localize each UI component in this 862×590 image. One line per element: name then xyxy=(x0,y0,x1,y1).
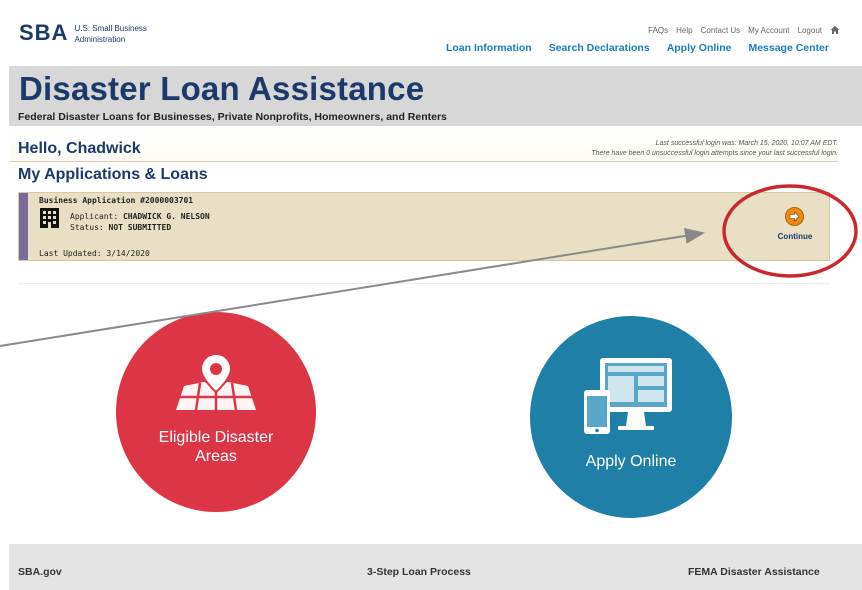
site-footer: SBA.gov 3-Step Loan Process FEMA Disaste… xyxy=(9,544,862,590)
greeting-row: Hello, Chadwick Last successful login wa… xyxy=(9,128,838,162)
continue-button[interactable]: Continue xyxy=(763,205,827,255)
application-card: Business Application #2000003701 Applica… xyxy=(18,192,830,261)
sba-logo[interactable]: SBA U.S. Small Business Administration xyxy=(19,20,147,45)
last-login-text: Last successful login was: March 15, 202… xyxy=(655,140,838,147)
site-header: SBA U.S. Small Business Administration F… xyxy=(0,0,862,62)
faqs-link[interactable]: FAQs xyxy=(648,26,668,35)
sba-logo-text: U.S. Small Business Administration xyxy=(74,22,146,44)
nav-search-declarations[interactable]: Search Declarations xyxy=(549,42,650,54)
help-link[interactable]: Help xyxy=(676,26,692,35)
eligible-tile-label: Eligible Disaster Areas xyxy=(116,428,316,466)
logo-line-1: U.S. Small Business xyxy=(74,24,147,33)
status-value: NOT SUBMITTED xyxy=(108,223,172,232)
nav-loan-information[interactable]: Loan Information xyxy=(446,42,532,54)
page-subtitle: Federal Disaster Loans for Businesses, P… xyxy=(18,111,447,123)
computer-devices-icon xyxy=(584,358,672,434)
map-pin-icon xyxy=(176,352,256,411)
my-account-link[interactable]: My Account xyxy=(748,26,789,35)
continue-label: Continue xyxy=(777,232,813,241)
arrow-right-icon[interactable] xyxy=(785,207,804,226)
building-icon xyxy=(40,208,59,228)
eligible-tile-label-line-2: Areas xyxy=(195,448,237,465)
page-title: Disaster Loan Assistance xyxy=(19,70,425,107)
apply-online-tile[interactable]: Apply Online xyxy=(530,316,732,518)
contact-us-link[interactable]: Contact Us xyxy=(701,26,741,35)
logout-link[interactable]: Logout xyxy=(798,26,822,35)
footer-fema-link[interactable]: FEMA Disaster Assistance xyxy=(688,566,820,578)
applicant-name: CHADWICK G. NELSON xyxy=(122,212,210,221)
application-title: Business Application #2000003701 xyxy=(39,196,194,205)
utility-nav: FAQs Help Contact Us My Account Logout xyxy=(648,25,840,35)
footer-loan-process-link[interactable]: 3-Step Loan Process xyxy=(367,566,471,578)
applications-section-title: My Applications & Loans xyxy=(18,166,208,183)
greeting-text: Hello, Chadwick xyxy=(18,140,141,157)
section-divider xyxy=(18,283,830,284)
sba-logo-mark: SBA xyxy=(19,20,69,45)
applicant-line: Applicant: CHADWICK G. NELSON xyxy=(70,212,210,221)
status-line: Status: NOT SUBMITTED xyxy=(70,223,171,232)
status-label: Status: xyxy=(70,223,109,232)
applicant-label: Applicant: xyxy=(70,212,123,221)
failed-attempts-text: There have been 0 unsuccessful login att… xyxy=(591,150,838,157)
title-banner: Disaster Loan Assistance Federal Disaste… xyxy=(9,66,862,126)
nav-message-center[interactable]: Message Center xyxy=(748,42,829,54)
apply-tile-label: Apply Online xyxy=(585,453,677,470)
last-updated: Last Updated: 3/14/2020 xyxy=(39,249,150,258)
eligible-tile-label-line-1: Eligible Disaster xyxy=(158,429,274,446)
nav-apply-online[interactable]: Apply Online xyxy=(667,42,732,54)
eligible-disaster-areas-tile[interactable]: Eligible Disaster Areas xyxy=(116,312,316,512)
home-icon[interactable] xyxy=(830,25,840,35)
footer-sba-gov-link[interactable]: SBA.gov xyxy=(18,566,62,578)
card-accent-stripe xyxy=(19,193,28,260)
main-nav: Loan Information Search Declarations App… xyxy=(446,42,829,54)
logo-line-2: Administration xyxy=(74,35,126,44)
login-info: Last successful login was: March 15, 202… xyxy=(591,139,838,159)
